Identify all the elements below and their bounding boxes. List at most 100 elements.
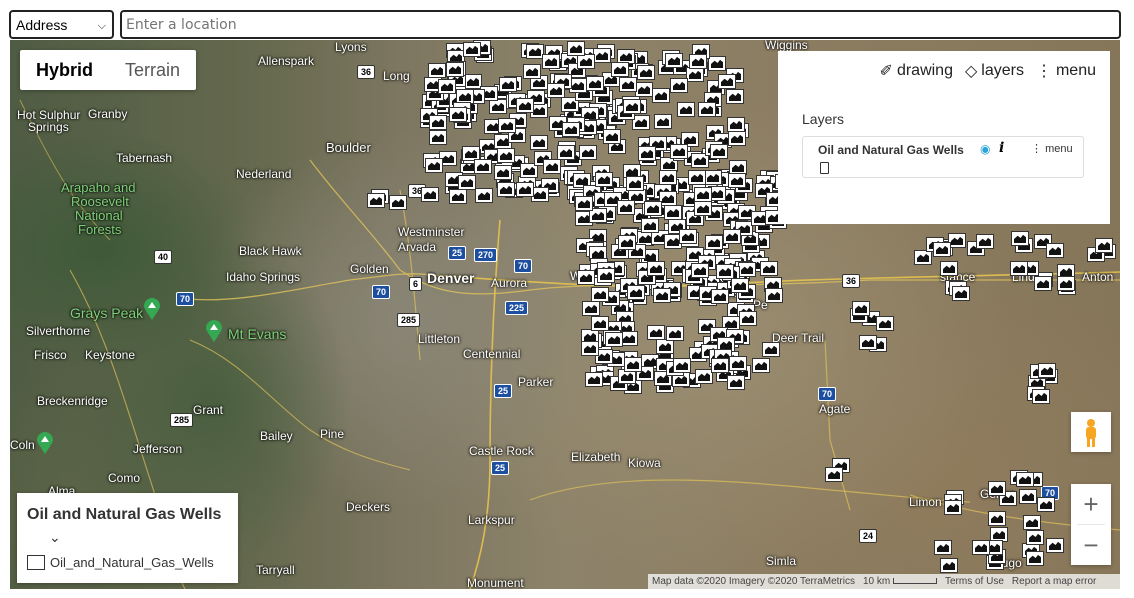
- oil-well-marker[interactable]: [577, 270, 595, 285]
- oil-well-marker[interactable]: [567, 41, 585, 56]
- oil-well-marker[interactable]: [1010, 261, 1028, 276]
- oil-well-marker[interactable]: [708, 56, 726, 71]
- oil-well-marker[interactable]: [591, 316, 609, 331]
- oil-well-marker[interactable]: [530, 135, 548, 150]
- oil-well-marker[interactable]: [557, 145, 575, 160]
- oil-well-marker[interactable]: [718, 74, 736, 89]
- oil-well-marker[interactable]: [581, 341, 599, 356]
- oil-well-marker[interactable]: [654, 114, 672, 129]
- oil-well-marker[interactable]: [498, 118, 516, 133]
- scale-indicator[interactable]: 10 km: [863, 576, 937, 587]
- oil-well-marker[interactable]: [647, 261, 665, 276]
- oil-well-marker[interactable]: [716, 264, 734, 279]
- oil-well-marker[interactable]: [446, 62, 464, 77]
- oil-well-marker[interactable]: [562, 122, 580, 137]
- oil-well-marker[interactable]: [1095, 238, 1113, 253]
- oil-well-marker[interactable]: [988, 481, 1006, 496]
- oil-well-marker[interactable]: [852, 301, 870, 316]
- oil-well-marker[interactable]: [638, 146, 656, 161]
- oil-well-marker[interactable]: [1057, 276, 1075, 291]
- oil-well-marker[interactable]: [1046, 538, 1064, 553]
- oil-well-marker[interactable]: [429, 130, 447, 145]
- oil-well-marker[interactable]: [727, 117, 745, 132]
- oil-well-marker[interactable]: [611, 62, 629, 77]
- oil-well-marker[interactable]: [752, 358, 770, 373]
- oil-well-marker[interactable]: [944, 500, 962, 515]
- terms-link[interactable]: Terms of Use: [945, 576, 1004, 587]
- layer-item[interactable]: Oil and Natural Gas Wells ◉ i ⋮ menu: [802, 136, 1084, 178]
- oil-well-marker[interactable]: [689, 54, 707, 69]
- oil-well-marker[interactable]: [1016, 472, 1034, 487]
- street-view-pegman[interactable]: [1071, 412, 1111, 452]
- oil-well-marker[interactable]: [664, 205, 682, 220]
- oil-well-marker[interactable]: [739, 311, 757, 326]
- oil-well-marker[interactable]: [593, 48, 611, 63]
- visibility-icon[interactable]: ◉: [980, 142, 990, 156]
- oil-well-marker[interactable]: [988, 511, 1006, 526]
- oil-well-marker[interactable]: [542, 54, 560, 69]
- oil-well-marker[interactable]: [723, 229, 741, 244]
- oil-well-marker[interactable]: [670, 144, 688, 159]
- oil-well-marker[interactable]: [458, 175, 476, 190]
- oil-well-marker[interactable]: [859, 335, 877, 350]
- oil-well-marker[interactable]: [762, 342, 780, 357]
- oil-well-marker[interactable]: [449, 189, 467, 204]
- oil-well-marker[interactable]: [704, 170, 722, 185]
- oil-well-marker[interactable]: [367, 193, 385, 208]
- oil-well-marker[interactable]: [694, 201, 712, 216]
- oil-well-marker[interactable]: [389, 195, 407, 210]
- oil-well-marker[interactable]: [626, 176, 644, 191]
- oil-well-marker[interactable]: [582, 301, 600, 316]
- oil-well-marker[interactable]: [825, 467, 843, 482]
- oil-well-marker[interactable]: [653, 288, 671, 303]
- mountain-peak-marker-icon[interactable]: [144, 298, 160, 320]
- oil-well-marker[interactable]: [497, 182, 515, 197]
- oil-well-marker[interactable]: [940, 261, 958, 276]
- oil-well-marker[interactable]: [738, 262, 756, 277]
- oil-well-marker[interactable]: [586, 76, 604, 91]
- report-error-link[interactable]: Report a map error: [1012, 576, 1096, 587]
- oil-well-marker[interactable]: [952, 286, 970, 301]
- oil-well-marker[interactable]: [1032, 389, 1050, 404]
- oil-well-marker[interactable]: [497, 148, 515, 163]
- oil-well-marker[interactable]: [665, 53, 683, 68]
- oil-well-marker[interactable]: [463, 42, 481, 57]
- zoom-out-button[interactable]: −: [1071, 525, 1111, 565]
- oil-well-marker[interactable]: [618, 235, 636, 250]
- oil-well-marker[interactable]: [617, 200, 635, 215]
- oil-well-marker[interactable]: [679, 229, 697, 244]
- oil-well-marker[interactable]: [1023, 515, 1041, 530]
- mountain-peak-marker-icon[interactable]: [206, 320, 222, 342]
- oil-well-marker[interactable]: [694, 187, 712, 202]
- oil-well-marker[interactable]: [711, 289, 729, 304]
- oil-well-marker[interactable]: [972, 540, 990, 555]
- oil-well-marker[interactable]: [489, 99, 507, 114]
- oil-well-marker[interactable]: [637, 65, 655, 80]
- oil-well-marker[interactable]: [728, 173, 746, 188]
- oil-well-marker[interactable]: [579, 145, 597, 160]
- oil-well-marker[interactable]: [691, 263, 709, 278]
- oil-well-marker[interactable]: [876, 316, 894, 331]
- oil-well-marker[interactable]: [428, 63, 446, 78]
- oil-well-marker[interactable]: [705, 235, 723, 250]
- oil-well-marker[interactable]: [726, 89, 744, 104]
- oil-well-marker[interactable]: [656, 339, 674, 354]
- oil-well-marker[interactable]: [710, 144, 728, 159]
- layer-menu-button[interactable]: ⋮ menu: [1031, 142, 1073, 155]
- map-type-terrain-button[interactable]: Terrain: [109, 50, 196, 90]
- oil-well-marker[interactable]: [686, 67, 704, 82]
- oil-well-marker[interactable]: [627, 285, 645, 300]
- oil-well-marker[interactable]: [516, 98, 534, 113]
- oil-well-marker[interactable]: [591, 287, 609, 302]
- oil-well-marker[interactable]: [1026, 551, 1044, 566]
- oil-well-marker[interactable]: [494, 165, 512, 180]
- oil-well-marker[interactable]: [499, 77, 517, 92]
- oil-well-marker[interactable]: [1037, 497, 1055, 512]
- oil-well-marker[interactable]: [624, 357, 642, 372]
- oil-well-marker[interactable]: [728, 131, 746, 146]
- oil-well-marker[interactable]: [933, 242, 951, 257]
- oil-well-marker[interactable]: [976, 234, 994, 249]
- oil-well-marker[interactable]: [711, 358, 729, 373]
- oil-well-marker[interactable]: [760, 261, 778, 276]
- oil-well-marker[interactable]: [934, 540, 952, 555]
